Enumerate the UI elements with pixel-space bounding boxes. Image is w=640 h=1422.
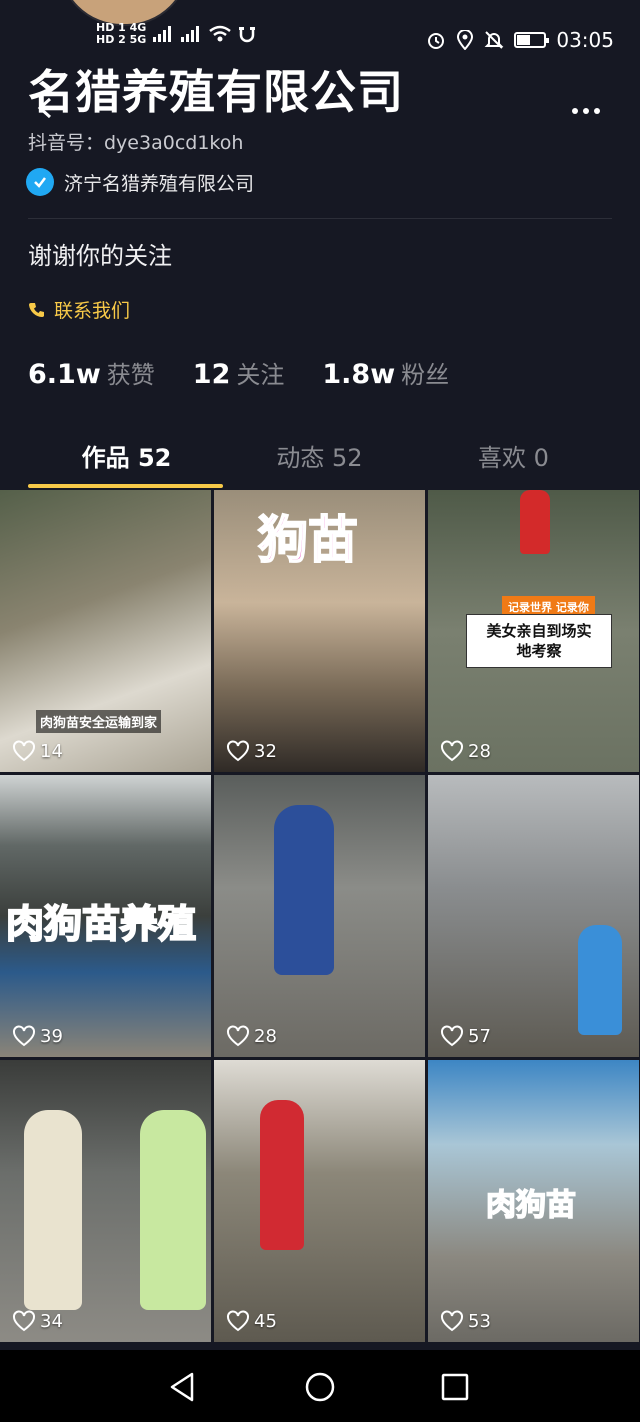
back-triangle-icon[interactable]: [166, 1370, 200, 1404]
video-likes-count: 28: [468, 740, 491, 762]
tab-indicator: [28, 484, 223, 488]
person-figure: [274, 805, 334, 975]
video-likes: 32: [226, 740, 277, 762]
profile-stats: 6.1w 获赞 12 关注 1.8w 粉丝: [28, 355, 449, 390]
stat-followers[interactable]: 1.8w 粉丝: [322, 355, 449, 390]
video-caption: 肉狗苗养殖: [5, 901, 197, 947]
check-badge-icon: [26, 168, 54, 196]
heart-outline-icon: [13, 740, 35, 762]
video-tile[interactable]: 34: [0, 1060, 211, 1342]
phone-icon: [29, 302, 44, 317]
douyin-id: 抖音号：dye3a0cd1koh: [28, 132, 244, 154]
stat-followers-label: 粉丝: [401, 361, 450, 389]
verified-name: 济宁名猎养殖有限公司: [64, 172, 255, 195]
alarm-icon: [428, 33, 445, 49]
video-caption: 肉狗苗: [485, 1187, 577, 1224]
chevron-left-icon[interactable]: [34, 96, 58, 120]
person-figure: [24, 1110, 82, 1310]
video-tile[interactable]: 28: [214, 775, 425, 1057]
notification-icon: [239, 27, 256, 43]
video-tile[interactable]: 狗苗 32: [214, 490, 425, 772]
video-likes: 53: [440, 1310, 491, 1332]
location-icon: [457, 30, 474, 50]
video-tile[interactable]: 45: [214, 1060, 425, 1342]
verified-row: 济宁名猎养殖有限公司: [26, 168, 254, 196]
contact-us-label: 联系我们: [54, 300, 131, 322]
video-likes-count: 28: [254, 1025, 277, 1047]
heart-outline-icon: [441, 1310, 463, 1332]
tab-dynamics[interactable]: 动态 52: [213, 438, 426, 473]
video-likes: 14: [12, 740, 63, 762]
heart-outline-icon: [227, 1310, 249, 1332]
stat-likes-label: 获赞: [106, 361, 155, 389]
video-likes-count: 53: [468, 1310, 491, 1332]
video-likes-count: 34: [40, 1310, 63, 1332]
home-circle-icon[interactable]: [303, 1370, 337, 1404]
signal-icon-2: [181, 26, 200, 42]
video-tile[interactable]: 记录世界 记录你 美女亲自到场实 地考察 28: [428, 490, 639, 772]
video-likes: 34: [12, 1310, 63, 1332]
heart-outline-icon: [13, 1025, 35, 1047]
video-likes: 45: [226, 1310, 277, 1332]
stat-followers-value: 1.8w: [322, 359, 396, 390]
video-likes-count: 39: [40, 1025, 63, 1047]
video-likes: 28: [226, 1025, 277, 1047]
video-likes-count: 14: [40, 740, 63, 762]
video-caption: 肉狗苗安全运输到家: [36, 710, 162, 733]
stat-following-value: 12: [192, 359, 231, 390]
heart-outline-icon: [227, 1025, 249, 1047]
red-dress-figure: [520, 490, 550, 554]
heart-outline-icon: [441, 740, 463, 762]
contact-us-button[interactable]: 联系我们: [28, 296, 130, 323]
video-likes: 39: [12, 1025, 63, 1047]
stat-following[interactable]: 12 关注: [193, 355, 285, 390]
heart-outline-icon: [441, 1025, 463, 1047]
system-nav-bar: [0, 1350, 640, 1422]
profile-tabs: 作品 52 动态 52 喜欢 0: [0, 420, 640, 490]
profile-bio: 谢谢你的关注: [28, 242, 172, 270]
sim2-label: HD 2 5G: [96, 33, 147, 46]
heart-outline-icon: [227, 740, 249, 762]
person-figure: [140, 1110, 206, 1310]
person-figure: [578, 925, 622, 1035]
recents-square-icon[interactable]: [438, 1370, 472, 1404]
video-likes: 28: [440, 740, 491, 762]
video-caption-line-2: 地考察: [516, 642, 562, 660]
network-indicators: HD 1 4G HD 2 5G: [96, 22, 256, 46]
tab-likes[interactable]: 喜欢 0: [407, 438, 620, 473]
video-tile[interactable]: 肉狗苗安全运输到家 14: [0, 490, 211, 772]
video-thumbnail: [214, 1060, 425, 1342]
signal-icon: [153, 26, 172, 42]
video-caption: 美女亲自到场实 地考察: [466, 614, 612, 668]
stat-likes[interactable]: 6.1w 获赞: [28, 355, 155, 390]
video-tile[interactable]: 肉狗苗养殖 39: [0, 775, 211, 1057]
stat-following-label: 关注: [236, 361, 285, 389]
mute-icon: [484, 31, 504, 49]
divider: [28, 218, 612, 219]
status-right: 03:05: [426, 28, 614, 52]
stat-likes-value: 6.1w: [28, 359, 101, 390]
wifi-icon: [209, 25, 232, 42]
video-likes-count: 45: [254, 1310, 277, 1332]
video-likes: 57: [440, 1025, 491, 1047]
more-dots-icon[interactable]: [572, 108, 600, 114]
video-likes-count: 32: [254, 740, 277, 762]
video-tile[interactable]: 肉狗苗 53: [428, 1060, 639, 1342]
video-caption-line-1: 美女亲自到场实: [486, 622, 592, 640]
video-caption: 狗苗: [257, 510, 359, 570]
video-tile[interactable]: 57: [428, 775, 639, 1057]
video-likes-count: 57: [468, 1025, 491, 1047]
battery-icon: [514, 32, 550, 48]
tab-works[interactable]: 作品 52: [20, 438, 233, 473]
heart-outline-icon: [13, 1310, 35, 1332]
profile-name: 名猎养殖有限公司: [28, 65, 404, 119]
person-figure: [260, 1100, 304, 1250]
clock: 03:05: [556, 28, 614, 52]
